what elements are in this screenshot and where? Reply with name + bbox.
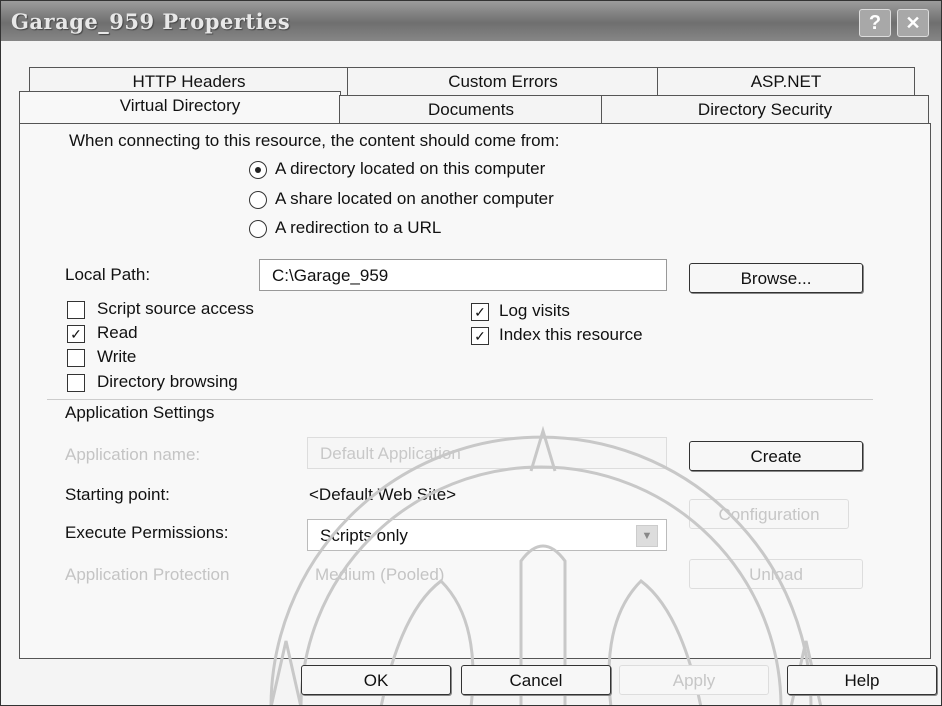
- starting-point-label: Starting point:: [65, 485, 170, 504]
- checkbox-log-visits[interactable]: ✓: [471, 303, 489, 321]
- starting-point-value: <Default Web Site>: [309, 485, 457, 504]
- checkbox-read-label: Read: [97, 323, 138, 342]
- radio-local-directory[interactable]: [249, 161, 267, 179]
- checkbox-directory-browsing[interactable]: [67, 374, 85, 392]
- configuration-button[interactable]: Configuration: [689, 499, 849, 529]
- checkbox-index[interactable]: ✓: [471, 327, 489, 345]
- title-bar[interactable]: Garage_959 Properties ? ✕: [1, 1, 941, 41]
- checkbox-read[interactable]: ✓: [67, 325, 85, 343]
- window-title: Garage_959 Properties: [11, 9, 291, 34]
- checkbox-directory-browsing-label: Directory browsing: [97, 372, 238, 391]
- checkbox-script-source-label: Script source access: [97, 299, 254, 318]
- radio-share[interactable]: [249, 191, 267, 209]
- tab-virtual-directory[interactable]: Virtual Directory: [19, 91, 341, 124]
- close-icon[interactable]: ✕: [897, 9, 929, 37]
- local-path-label: Local Path:: [65, 265, 151, 284]
- cancel-button[interactable]: Cancel: [461, 665, 611, 695]
- apply-button[interactable]: Apply: [619, 665, 769, 695]
- radio-redirect-label: A redirection to a URL: [275, 218, 442, 237]
- execute-permissions-select[interactable]: Scripts only ▼: [307, 519, 667, 551]
- application-settings-heading: Application Settings: [65, 403, 215, 422]
- ok-button[interactable]: OK: [301, 665, 451, 695]
- application-protection-value: Medium (Pooled): [315, 565, 445, 584]
- create-button[interactable]: Create: [689, 441, 863, 471]
- radio-share-label: A share located on another computer: [275, 189, 554, 208]
- application-name-input[interactable]: Default Application: [307, 437, 667, 469]
- tab-directory-security[interactable]: Directory Security: [601, 95, 929, 123]
- chevron-down-icon[interactable]: ▼: [636, 525, 658, 547]
- application-name-label: Application name:: [65, 445, 201, 464]
- browse-button[interactable]: Browse...: [689, 263, 863, 293]
- execute-permissions-label: Execute Permissions:: [65, 523, 229, 542]
- checkbox-log-visits-label: Log visits: [499, 301, 570, 320]
- section-divider: [47, 399, 873, 400]
- tab-custom-errors[interactable]: Custom Errors: [347, 67, 659, 95]
- tab-aspnet[interactable]: ASP.NET: [657, 67, 915, 95]
- properties-dialog: Garage_959 Properties ? ✕ HTTP Headers C…: [0, 0, 942, 706]
- radio-redirect[interactable]: [249, 220, 267, 238]
- checkbox-write[interactable]: [67, 349, 85, 367]
- source-prompt: When connecting to this resource, the co…: [69, 131, 560, 150]
- checkbox-write-label: Write: [97, 347, 137, 366]
- help-icon[interactable]: ?: [859, 9, 891, 37]
- unload-button[interactable]: Unload: [689, 559, 863, 589]
- application-protection-label: Application Protection: [65, 565, 230, 584]
- checkbox-index-label: Index this resource: [499, 325, 643, 344]
- checkbox-script-source[interactable]: [67, 301, 85, 319]
- help-button[interactable]: Help: [787, 665, 937, 695]
- tab-documents[interactable]: Documents: [339, 95, 603, 123]
- radio-local-directory-label: A directory located on this computer: [275, 159, 546, 178]
- local-path-input[interactable]: C:\Garage_959: [259, 259, 667, 291]
- execute-permissions-value: Scripts only: [320, 526, 408, 545]
